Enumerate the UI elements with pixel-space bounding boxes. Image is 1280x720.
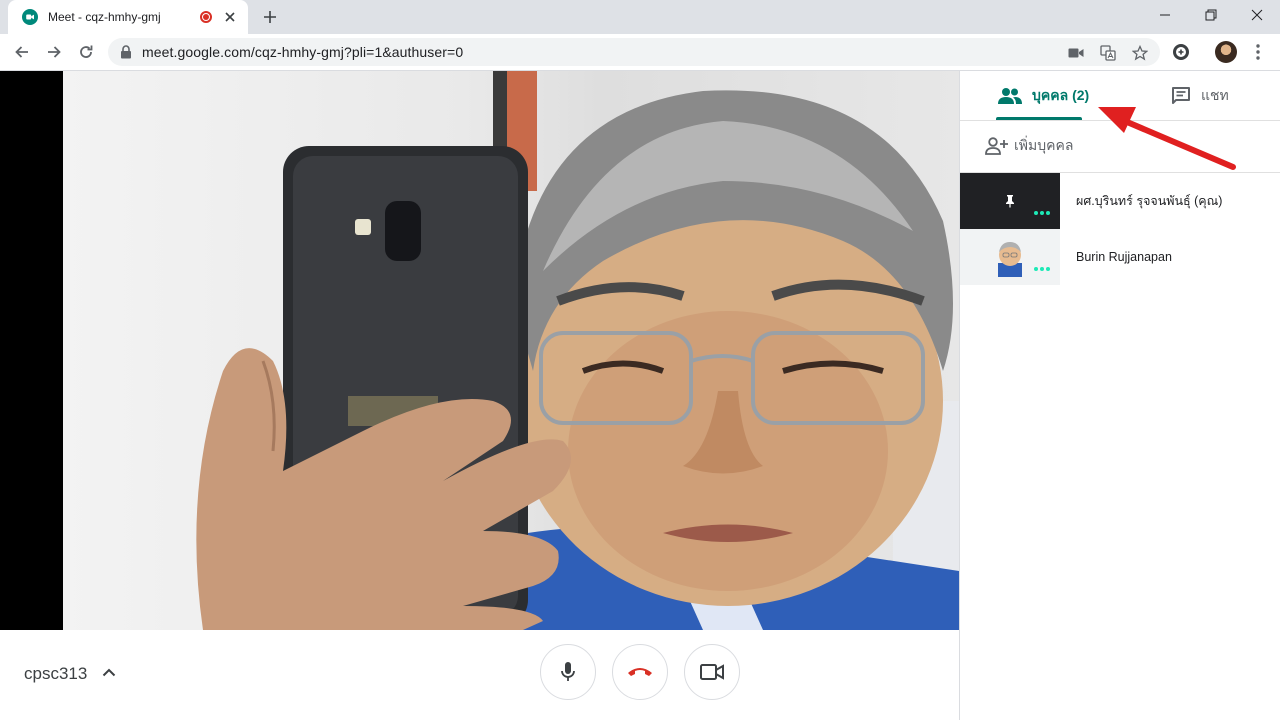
participant-name: ผศ.บุรินทร์ รุจจนพันธุ์ (คุณ): [1076, 194, 1223, 208]
address-bar[interactable]: meet.google.com/cqz-hmhy-gmj?pli=1&authu…: [108, 38, 1160, 66]
menu-icon[interactable]: [1247, 41, 1269, 63]
mic-button[interactable]: [540, 644, 596, 700]
tab-title: Meet - cqz-hmhy-gmj: [48, 10, 161, 24]
people-icon: [998, 87, 1022, 105]
participant-thumbnail: [960, 173, 1060, 229]
tab-people[interactable]: บุคคล (2): [998, 71, 1089, 121]
forward-icon[interactable]: [42, 40, 66, 64]
tab-people-label: บุคคล (2): [1032, 87, 1090, 103]
tab-strip: Meet - cqz-hmhy-gmj: [0, 0, 1280, 34]
add-person-icon: [984, 137, 1008, 155]
translate-icon[interactable]: [1099, 44, 1117, 62]
close-window-icon[interactable]: [1234, 0, 1280, 30]
annotation-arrow: [1098, 107, 1236, 170]
active-tab-indicator: [996, 117, 1082, 120]
back-icon[interactable]: [10, 40, 34, 64]
audio-indicator-icon: [1034, 267, 1050, 271]
star-icon[interactable]: [1131, 44, 1149, 62]
browser-toolbar: meet.google.com/cqz-hmhy-gmj?pli=1&authu…: [0, 34, 1280, 71]
add-people-button[interactable]: เพิ่มบุคคล: [984, 133, 1073, 159]
camera-icon[interactable]: [1067, 44, 1085, 62]
meet-favicon: [22, 9, 38, 25]
hangup-button[interactable]: [612, 644, 668, 700]
restore-icon[interactable]: [1188, 0, 1234, 30]
add-people-label: เพิ่มบุคคล: [1014, 137, 1074, 153]
participant-row[interactable]: ผศ.บุรินทร์ รุจจนพันธุ์ (คุณ): [960, 173, 1280, 229]
minimize-icon[interactable]: [1142, 0, 1188, 30]
close-icon[interactable]: [222, 9, 238, 25]
video-stage: [0, 71, 959, 630]
pin-icon[interactable]: [1005, 194, 1015, 208]
lock-icon: [120, 45, 132, 59]
participant-name: Burin Rujjanapan: [1076, 250, 1172, 264]
hangup-icon: [627, 666, 653, 678]
participant-avatar: [998, 242, 1022, 277]
recording-icon: [200, 11, 212, 23]
browser-tab[interactable]: Meet - cqz-hmhy-gmj: [8, 0, 248, 34]
url-text: meet.google.com/cqz-hmhy-gmj?pli=1&authu…: [142, 44, 464, 60]
mic-icon: [560, 661, 576, 683]
participant-thumbnail: [960, 229, 1060, 285]
plus-icon[interactable]: [258, 6, 282, 28]
chevron-up-icon[interactable]: [99, 662, 119, 682]
extension-icon[interactable]: [1170, 41, 1192, 63]
camera-icon: [700, 663, 724, 681]
participant-row[interactable]: Burin Rujjanapan: [960, 229, 1280, 285]
profile-avatar[interactable]: [1215, 41, 1237, 63]
audio-indicator-icon: [1034, 211, 1050, 215]
participant-video: [63, 71, 959, 630]
reload-icon[interactable]: [74, 40, 98, 64]
meeting-controls-bar: cpsc313: [0, 630, 959, 720]
meeting-code[interactable]: cpsc313: [24, 664, 87, 684]
camera-button[interactable]: [684, 644, 740, 700]
